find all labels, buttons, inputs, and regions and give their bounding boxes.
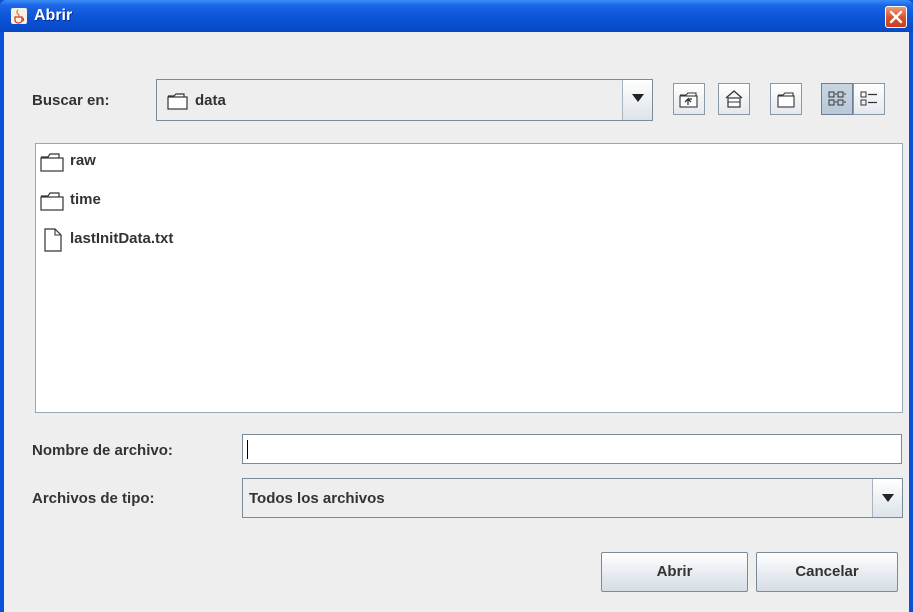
window-title: Abrir xyxy=(34,7,73,24)
file-list[interactable]: raw time lastInitData.txt xyxy=(35,143,903,413)
folder-icon xyxy=(167,92,189,115)
new-folder-button[interactable] xyxy=(770,83,802,115)
look-in-label: Buscar en: xyxy=(32,92,110,109)
file-type-combo[interactable]: Todos los archivos xyxy=(242,478,903,518)
file-icon xyxy=(40,228,66,257)
list-item-label: lastInitData.txt xyxy=(70,230,174,247)
list-view-button[interactable] xyxy=(821,83,853,115)
file-name-field[interactable] xyxy=(242,434,902,464)
list-item-label: raw xyxy=(70,152,96,169)
look-in-value: data xyxy=(195,92,226,109)
up-one-level-button[interactable] xyxy=(673,83,705,115)
file-type-label: Archivos de tipo: xyxy=(32,490,155,507)
folder-icon xyxy=(40,152,66,177)
look-in-combo[interactable]: data xyxy=(156,79,653,121)
chevron-down-icon xyxy=(882,494,894,502)
cancel-button[interactable]: Cancelar xyxy=(756,552,898,592)
java-cup-icon xyxy=(11,8,27,24)
folder-icon xyxy=(40,191,66,216)
file-type-value: Todos los archivos xyxy=(249,490,385,507)
file-chooser-window: Abrir Buscar en: data raw time lastInitD… xyxy=(0,0,913,612)
home-button[interactable] xyxy=(718,83,750,115)
open-button[interactable]: Abrir xyxy=(601,552,748,592)
close-button[interactable] xyxy=(885,6,907,28)
file-type-dropdown-button[interactable] xyxy=(872,479,902,517)
details-view-button[interactable] xyxy=(853,83,885,115)
file-name-label: Nombre de archivo: xyxy=(32,442,173,459)
look-in-dropdown-button[interactable] xyxy=(622,80,652,120)
text-caret xyxy=(247,440,248,459)
title-bar[interactable]: Abrir xyxy=(0,0,913,32)
dialog-content: Buscar en: data raw time lastInitData.tx… xyxy=(4,32,909,612)
chevron-down-icon xyxy=(632,94,644,102)
list-item-label: time xyxy=(70,191,101,208)
